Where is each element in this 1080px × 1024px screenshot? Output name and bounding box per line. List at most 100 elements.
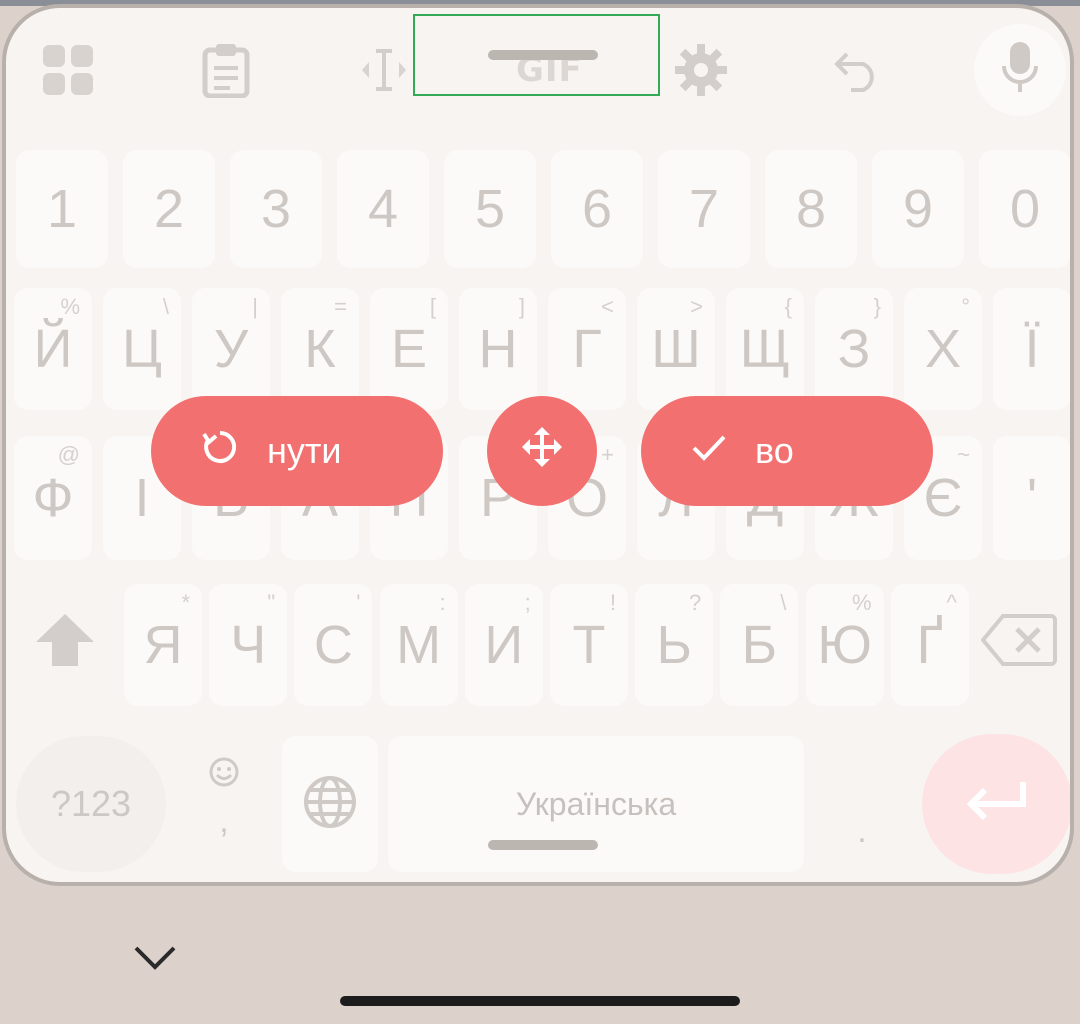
key-alt-label: %: [852, 590, 872, 615]
letter-key[interactable]: К =: [281, 288, 359, 410]
letter-key[interactable]: Г <: [548, 288, 626, 410]
space-key[interactable]: Українська: [388, 736, 804, 872]
key-label: Ш: [651, 319, 701, 379]
key-label: З: [837, 319, 871, 379]
letter-key[interactable]: М:: [379, 584, 458, 706]
reset-icon: [201, 428, 239, 475]
letter-key[interactable]: Т!: [550, 584, 628, 706]
letter-key[interactable]: Е[: [370, 288, 448, 410]
key-label: Е: [390, 319, 428, 379]
number-key-0[interactable]: 0: [979, 150, 1070, 268]
key-alt-label: @: [57, 442, 80, 467]
check-icon: [691, 430, 727, 472]
key-label: К: [304, 319, 336, 379]
letter-key[interactable]: Ю%: [805, 584, 884, 706]
done-button[interactable]: во: [641, 396, 933, 506]
letter-key[interactable]: Х °: [904, 288, 982, 410]
letter-key[interactable]: ': [993, 436, 1070, 560]
reset-button[interactable]: нути: [151, 396, 443, 506]
number-key-8[interactable]: 8: [765, 150, 857, 268]
microphone-icon: [1000, 40, 1040, 100]
key-label: ': [1026, 468, 1038, 528]
key-label: Х: [924, 319, 962, 379]
emoji-icon: [208, 756, 240, 793]
key-label: М: [396, 615, 442, 675]
key-label: 3: [260, 179, 292, 239]
microphone-button[interactable]: [974, 24, 1066, 116]
letter-key[interactable]: С ': [294, 584, 373, 706]
move-button[interactable]: [487, 396, 597, 506]
key-alt-label: |: [252, 294, 258, 319]
letter-key[interactable]: У |: [192, 288, 270, 410]
letter-key[interactable]: Н]: [459, 288, 537, 410]
key-alt-label: *: [181, 590, 190, 615]
key-alt-label: ~: [957, 442, 970, 467]
number-key-5[interactable]: 5: [444, 150, 536, 268]
key-label: 6: [581, 179, 613, 239]
number-key-6[interactable]: 6: [551, 150, 643, 268]
enter-key[interactable]: [922, 734, 1070, 874]
key-label: 4: [367, 179, 399, 239]
shift-key[interactable]: [30, 592, 100, 692]
language-key[interactable]: [282, 736, 378, 872]
key-alt-label: ?: [688, 590, 702, 615]
letter-key[interactable]: Ь?: [635, 584, 714, 706]
number-key-2[interactable]: 2: [123, 150, 215, 268]
clipboard-icon[interactable]: [194, 38, 258, 102]
bottom-resize-handle[interactable]: [488, 840, 598, 850]
comma-key[interactable]: ,: [176, 736, 272, 872]
letter-key[interactable]: Ф @: [14, 436, 92, 560]
number-key-3[interactable]: 3: [230, 150, 322, 268]
letter-key[interactable]: Ц \: [103, 288, 181, 410]
letter-key[interactable]: Ї: [993, 288, 1070, 410]
key-label: 1: [46, 179, 78, 239]
number-key-7[interactable]: 7: [658, 150, 750, 268]
letter-key[interactable]: Щ{: [726, 288, 804, 410]
key-alt-label: :: [439, 590, 446, 615]
chevron-down-icon[interactable]: [130, 938, 180, 978]
key-alt-label: ^: [946, 590, 957, 615]
space-label: Українська: [515, 785, 677, 822]
backspace-key[interactable]: [978, 592, 1060, 692]
globe-icon: [302, 774, 358, 835]
key-alt-label: }: [873, 294, 881, 319]
period-key[interactable]: .: [814, 736, 910, 872]
text-cursor-icon[interactable]: [352, 38, 416, 102]
key-label: Н: [478, 319, 518, 379]
symbols-key[interactable]: ?123: [16, 736, 166, 872]
letter-key[interactable]: Ґ ^: [890, 584, 969, 706]
key-label: Ф: [32, 468, 74, 528]
letter-key[interactable]: Ч ": [209, 584, 288, 706]
number-key-9[interactable]: 9: [872, 150, 964, 268]
letter-key[interactable]: Я *: [124, 584, 202, 706]
apps-grid-icon[interactable]: [36, 38, 100, 102]
letter-key[interactable]: Й%: [14, 288, 92, 410]
number-key-1[interactable]: 1: [16, 150, 108, 268]
key-alt-label: =: [334, 294, 347, 319]
backspace-icon: [980, 612, 1057, 673]
letter-key[interactable]: И;: [464, 584, 543, 706]
focus-highlight: [413, 14, 660, 96]
key-label: Ь: [656, 615, 692, 675]
letter-key[interactable]: Ш >: [637, 288, 715, 410]
enter-icon: [965, 780, 1029, 829]
key-label: 9: [902, 179, 934, 239]
key-alt-label: ": [267, 590, 276, 615]
key-label: И: [484, 615, 524, 675]
keyboard-panel: GIF 1234567890 Й% Ц \ У | К = Е[Н] Г < Ш > Щ{З} Х ° Ї Ф…: [2, 4, 1074, 886]
home-indicator[interactable]: [340, 996, 740, 1006]
key-label: Ю: [817, 615, 872, 675]
key-alt-label: +: [601, 442, 614, 467]
gear-icon[interactable]: [669, 38, 733, 102]
key-alt-label: !: [609, 590, 616, 615]
undo-icon[interactable]: [826, 38, 890, 102]
number-key-4[interactable]: 4: [337, 150, 429, 268]
key-alt-label: \: [780, 590, 787, 615]
key-alt-label: {: [784, 294, 792, 319]
navigation-bar: [0, 888, 1080, 1024]
letter-key[interactable]: З}: [815, 288, 893, 410]
key-label: 7: [688, 179, 720, 239]
key-alt-label: %: [60, 294, 80, 319]
key-label: Б: [741, 615, 778, 675]
letter-key[interactable]: Б \: [720, 584, 799, 706]
